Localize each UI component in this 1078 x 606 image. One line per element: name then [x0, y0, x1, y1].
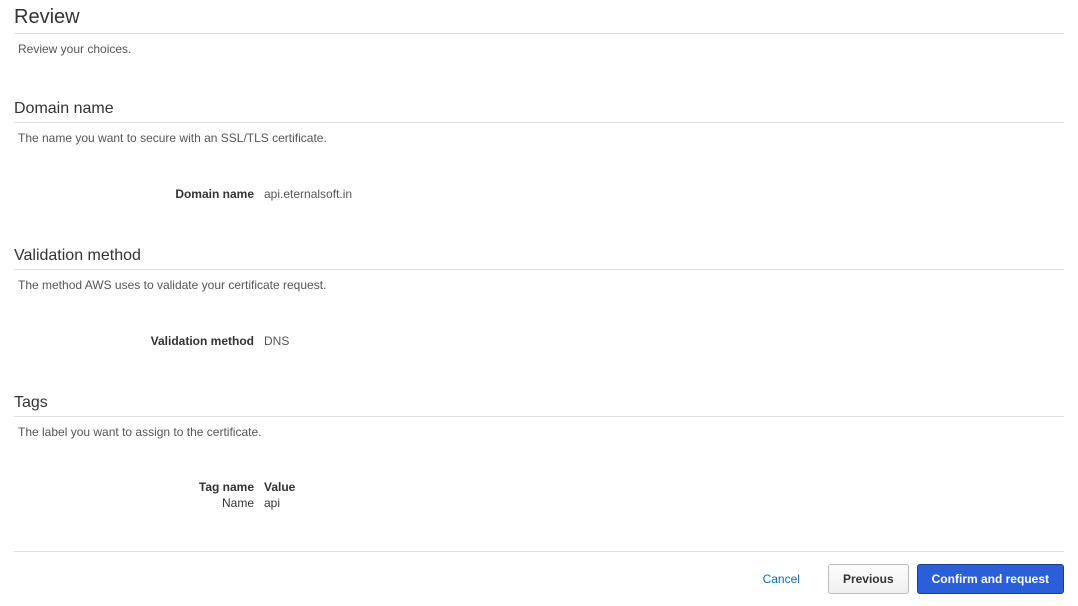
- validation-desc: The method AWS uses to validate your cer…: [14, 276, 1064, 292]
- cancel-link[interactable]: Cancel: [763, 572, 800, 586]
- domain-name-value: api.eternalsoft.in: [264, 185, 352, 203]
- confirm-and-request-button[interactable]: Confirm and request: [917, 564, 1064, 594]
- tags-title: Tags: [14, 390, 1064, 417]
- validation-method-label: Validation method: [14, 332, 264, 350]
- tag-row-name: Name: [14, 495, 264, 511]
- domain-name-label: Domain name: [14, 185, 264, 203]
- validation-title: Validation method: [14, 243, 1064, 270]
- domain-name-row: Domain name api.eternalsoft.in: [14, 185, 1064, 203]
- validation-method-value: DNS: [264, 332, 289, 350]
- review-desc: Review your choices.: [14, 40, 1064, 56]
- review-section: Review Review your choices.: [14, 0, 1064, 56]
- validation-method-row: Validation method DNS: [14, 332, 1064, 350]
- tags-header-row: Tag name Value: [14, 479, 1064, 495]
- tags-desc: The label you want to assign to the cert…: [14, 423, 1064, 439]
- table-row: Name api: [14, 495, 1064, 511]
- domain-title: Domain name: [14, 96, 1064, 123]
- domain-desc: The name you want to secure with an SSL/…: [14, 129, 1064, 145]
- review-title: Review: [14, 0, 1064, 34]
- validation-section: Validation method The method AWS uses to…: [14, 243, 1064, 350]
- tags-section: Tags The label you want to assign to the…: [14, 390, 1064, 511]
- previous-button[interactable]: Previous: [828, 564, 909, 594]
- tags-header-value: Value: [264, 479, 295, 495]
- footer-actions: Cancel Previous Confirm and request: [14, 551, 1064, 606]
- tags-header-name: Tag name: [14, 479, 264, 495]
- tag-row-value: api: [264, 495, 280, 511]
- domain-section: Domain name The name you want to secure …: [14, 96, 1064, 203]
